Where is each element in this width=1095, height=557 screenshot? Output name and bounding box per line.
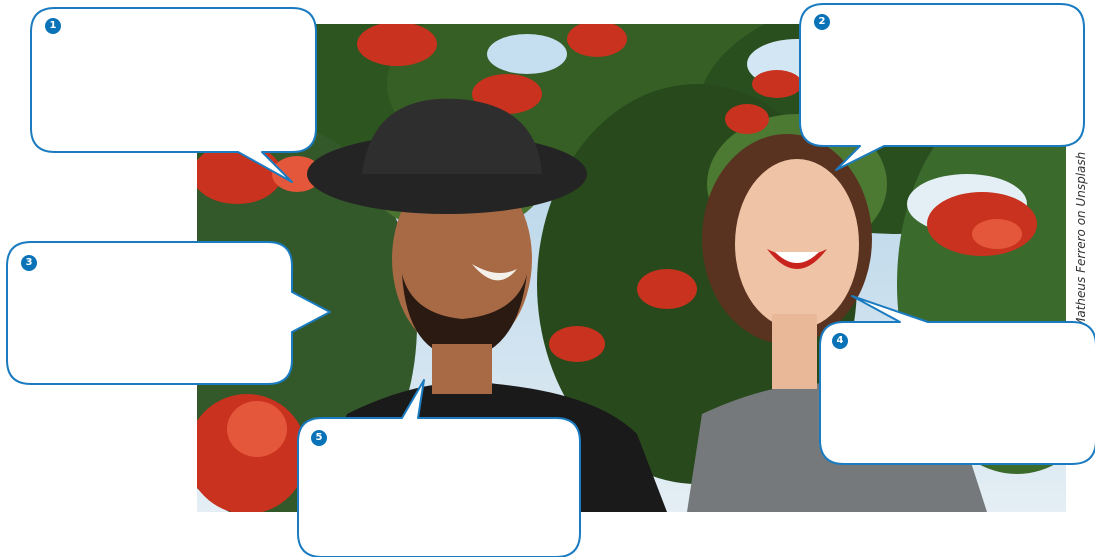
bubble-4-number-badge: 4 xyxy=(832,333,848,349)
bubble-2-number-badge: 2 xyxy=(814,14,830,30)
speech-bubble-3[interactable] xyxy=(6,241,331,385)
photo-credit-text: Matheus Ferrero on Unsplash xyxy=(1074,151,1088,328)
bubble-1-number-badge: 1 xyxy=(45,18,61,34)
speech-bubble-2[interactable] xyxy=(799,3,1085,171)
bubble-5-number-badge: 5 xyxy=(311,430,327,446)
photo-credit: Matheus Ferrero on Unsplash xyxy=(1071,140,1091,330)
bubble-3-number-badge: 3 xyxy=(21,255,37,271)
speech-bubble-4[interactable] xyxy=(819,295,1095,465)
